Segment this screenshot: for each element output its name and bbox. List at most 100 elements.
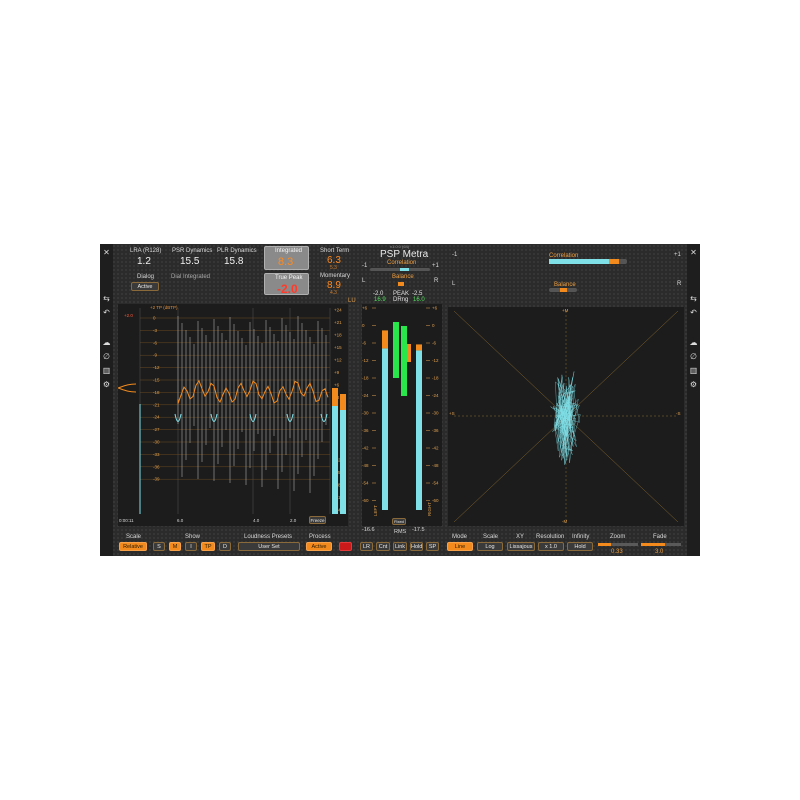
cloud-icon[interactable]: ☁: [102, 338, 111, 347]
scope-scale-label: Scale: [483, 534, 499, 540]
undo-icon[interactable]: ↶: [102, 308, 111, 317]
center-correlation-bar: [370, 268, 430, 271]
show-m-button[interactable]: M: [169, 542, 181, 551]
bars-icon[interactable]: ▥: [689, 366, 698, 375]
collapse-icon[interactable]: ✕: [102, 248, 111, 257]
scope-label-top: +M: [562, 308, 569, 313]
xy-label: XY: [516, 534, 525, 540]
scope-label-bottom: -M: [562, 519, 568, 524]
loudness-presets-dropdown[interactable]: User Set: [238, 542, 300, 551]
meter-left-tick: -30: [362, 411, 369, 416]
fixed-button[interactable]: Fixed: [392, 518, 406, 525]
show-s-button[interactable]: S: [153, 542, 165, 551]
left-drng-bar: [393, 322, 399, 378]
meter-right-tick: -6: [432, 341, 436, 346]
meter-left-tick: -60: [362, 498, 369, 503]
show-i-button[interactable]: I: [185, 542, 197, 551]
undo-icon[interactable]: ↶: [689, 308, 698, 317]
loudness-history-graph: 0-3-6-9-12-15-18-21-24-27-30-33-36-39+24…: [116, 308, 346, 514]
left-tick-label: -15: [153, 378, 160, 383]
left-sidebar: ✕ ⇆ ↶ ☁ ∅ ▥ ⚙: [100, 244, 113, 556]
resolution-dropdown[interactable]: x 1.0: [538, 542, 564, 551]
scope-label-right: -S: [676, 411, 681, 416]
dialog-active-button[interactable]: Active: [131, 282, 159, 291]
link-icon[interactable]: ∅: [689, 352, 698, 361]
integrated-display[interactable]: Integrated 8.3: [264, 246, 309, 270]
right-tick-label: +12: [334, 358, 342, 363]
center-balance-l: L: [362, 278, 366, 284]
true-peak-display[interactable]: True Peak -2.0: [264, 273, 309, 296]
lu-label: LU: [348, 298, 356, 304]
right-tick-label: +6: [334, 383, 340, 388]
reset-button[interactable]: [339, 542, 352, 551]
psr-label: PSR Dynamics: [172, 248, 213, 254]
fade-slider[interactable]: [641, 543, 681, 546]
gear-icon[interactable]: ⚙: [689, 380, 698, 389]
meter-right-tick: 0: [432, 323, 435, 328]
center-correlation-label: Correlation: [387, 260, 417, 266]
meter-right-tick: -48: [432, 463, 439, 468]
fade-value: 3.0: [655, 549, 664, 555]
meter-link-button[interactable]: Link: [393, 542, 407, 551]
link-icon[interactable]: ∅: [102, 352, 111, 361]
meter-right-tick: -30: [432, 411, 439, 416]
left-tick-label: -21: [153, 402, 160, 407]
left-tick-label: -12: [153, 365, 160, 370]
scope-scale-dropdown[interactable]: Log: [477, 542, 503, 551]
scope-correlation-bar: [549, 259, 627, 264]
plr-label: PLR Dynamics: [217, 248, 257, 254]
dial-integrated-label: Dial Integrated: [171, 274, 211, 280]
process-active-button[interactable]: Active: [306, 542, 332, 551]
left-tick-label: -30: [153, 440, 160, 445]
meter-left-tick: -12: [362, 358, 369, 363]
zoom-slider[interactable]: [598, 543, 638, 546]
freeze-button[interactable]: Freeze: [309, 516, 326, 524]
meter-sp-button[interactable]: SP: [426, 542, 439, 551]
meter-hold-button[interactable]: Hold: [410, 542, 423, 551]
right-peak-bar: [416, 344, 422, 351]
right-tick-label: +18: [334, 333, 342, 338]
fade-label: Fade: [653, 534, 667, 540]
center-balance-indicator: [398, 282, 404, 286]
momentary-bar-top: [340, 394, 346, 410]
meter-right-tick: -24: [432, 393, 439, 398]
collapse-icon[interactable]: ✕: [689, 248, 698, 257]
right-drng-value: 16.0: [413, 297, 425, 303]
process-label: Process: [309, 534, 331, 540]
center-correlation-minus: -1: [362, 263, 368, 269]
drng-label: DRng: [393, 297, 409, 303]
infinity-dropdown[interactable]: Hold: [567, 542, 593, 551]
center-balance-r: R: [434, 278, 439, 284]
mode-label: Mode: [452, 534, 468, 540]
cloud-icon[interactable]: ☁: [689, 338, 698, 347]
meter-left-tick: -36: [362, 428, 369, 433]
psp-metra-plugin: ✕ ⇆ ↶ ☁ ∅ ▥ ⚙ ✕ ⇆ ↶ ☁ ∅ ▥ ⚙ LRA (R128) 1…: [100, 244, 700, 556]
scope-correlation-minus: -1: [452, 252, 458, 258]
xy-dropdown[interactable]: Lissajous: [507, 542, 535, 551]
compare-icon[interactable]: ⇆: [102, 294, 111, 303]
gear-icon[interactable]: ⚙: [102, 380, 111, 389]
meter-right-tick: -12: [432, 358, 439, 363]
right-tick-label: +21: [334, 320, 342, 325]
integrated-value: 8.3: [278, 256, 294, 268]
zoom-label: Zoom: [610, 534, 626, 540]
meter-lr-button[interactable]: LR: [360, 542, 373, 551]
bars-icon[interactable]: ▥: [102, 366, 111, 375]
meter-left-tick: -48: [362, 463, 369, 468]
mode-dropdown[interactable]: Line: [447, 542, 473, 551]
left-tick-label: -39: [153, 477, 160, 482]
show-tp-button[interactable]: TP: [201, 542, 215, 551]
show-d-button[interactable]: D: [219, 542, 231, 551]
left-tick-label: -18: [153, 390, 160, 395]
scale-relative-button[interactable]: Relative: [119, 542, 147, 551]
dialog-label: Dialog: [137, 274, 155, 280]
meter-left-tick: -18: [362, 376, 369, 381]
meter-cnt-button[interactable]: Cnt: [376, 542, 390, 551]
true-peak-value: -2.0: [277, 282, 298, 296]
loudness-history-panel: 0 -3 -6 -9 -12 -15 -18 -21 -24 -27 -30 -33 -36 -39 +24…: [116, 304, 348, 526]
left-tick-label: -9: [153, 353, 157, 358]
compare-icon[interactable]: ⇆: [689, 294, 698, 303]
meter-right-tick: -60: [432, 498, 439, 503]
short-term-sub: 5.3: [330, 265, 337, 271]
left-rms-value: -16.6: [362, 527, 375, 533]
